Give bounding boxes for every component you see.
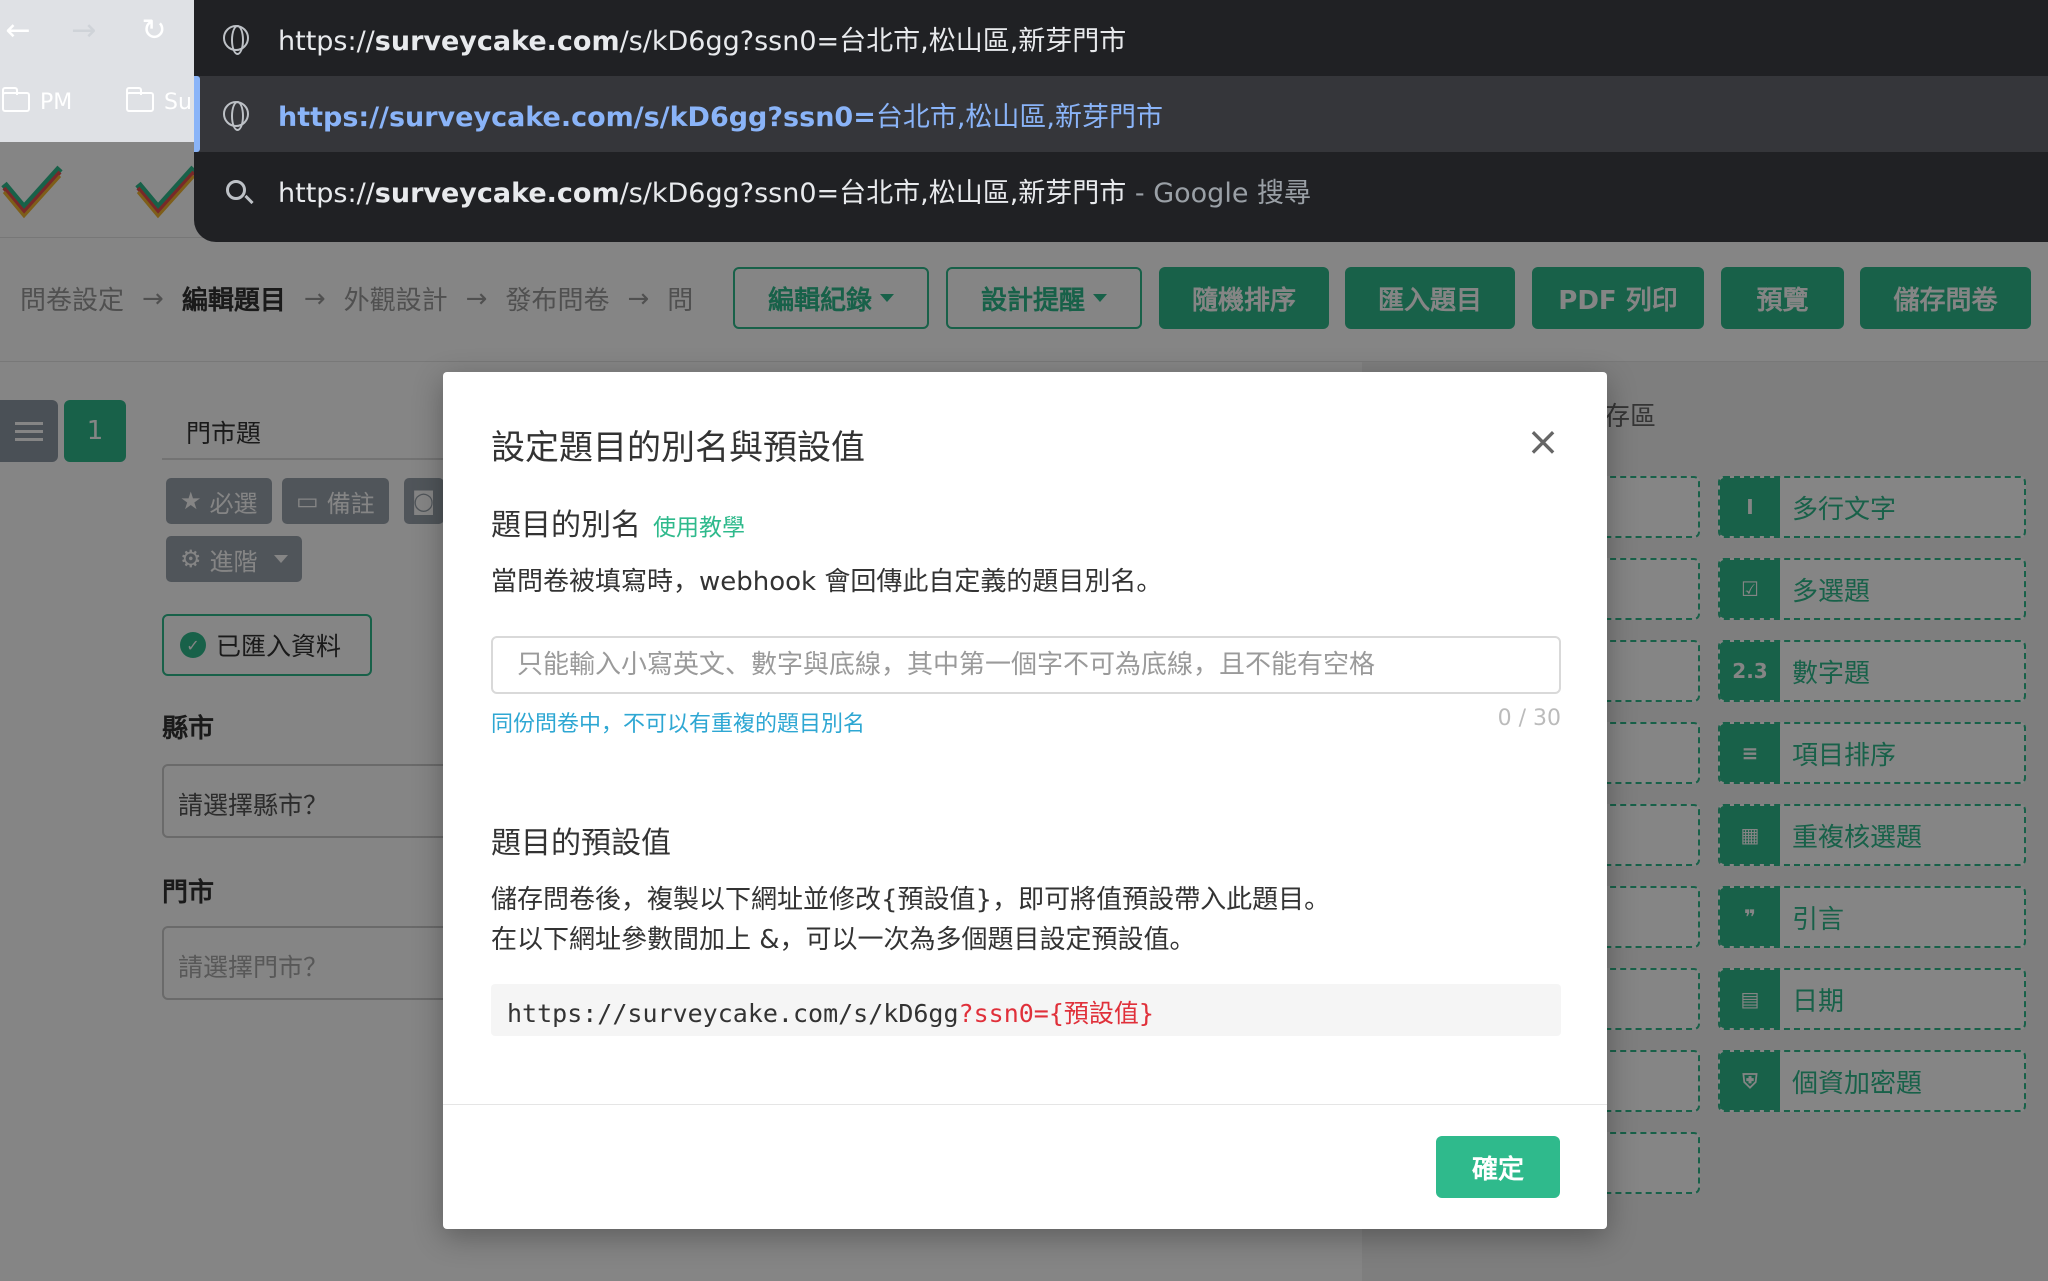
forward-button[interactable]: → (60, 6, 108, 54)
dialog-footer-divider (443, 1104, 1607, 1105)
tutorial-link[interactable]: 使用教學 (653, 515, 745, 541)
folder-icon (2, 87, 30, 112)
alias-description: 當問卷被填寫時，webhook 會回傳此自定義的題目別名。 (491, 567, 1163, 597)
omnibox-dropdown: https://surveycake.com/s/kD6gg?ssn0=台北市,… (194, 0, 2048, 242)
default-heading: 題目的預設值 (491, 826, 671, 861)
default-description-1: 儲存問卷後，複製以下網址並修改{預設值}，即可將值預設帶入此題目。 (491, 885, 1331, 915)
dialog-title: 設定題目的別名與預設值 (491, 428, 865, 468)
alias-input[interactable] (491, 636, 1561, 694)
omnibox-input-row[interactable]: https://surveycake.com/s/kD6gg?ssn0=台北市,… (194, 0, 2048, 76)
search-icon (226, 180, 246, 200)
alias-hint: 同份問卷中，不可以有重複的題目別名 (491, 712, 866, 737)
close-button[interactable]: × (1523, 422, 1563, 462)
back-button[interactable]: ← (0, 6, 42, 54)
bookmark-su[interactable]: Su (126, 84, 192, 120)
alias-default-dialog: 設定題目的別名與預設值 × 題目的別名 使用教學 當問卷被填寫時，webhook … (443, 372, 1607, 1229)
alias-char-count: 0 / 30 (1497, 706, 1561, 731)
arrow-right-icon: → (71, 12, 97, 48)
omnibox-suggestion-url[interactable]: https://surveycake.com/s/kD6gg?ssn0=台北市,… (194, 76, 2048, 152)
omnibox-suggestion-search[interactable]: https://surveycake.com/s/kD6gg?ssn0=台北市,… (194, 152, 2048, 228)
folder-icon (126, 87, 154, 112)
reload-button[interactable]: ↻ (130, 6, 178, 54)
default-description-2: 在以下網址參數間加上 &，可以一次為多個題目設定預設值。 (491, 925, 1196, 955)
globe-icon (223, 25, 249, 55)
arrow-left-icon: ← (5, 12, 31, 48)
default-url-code[interactable]: https://surveycake.com/s/kD6gg?ssn0={預設值… (491, 984, 1561, 1036)
selection-indicator (194, 76, 200, 152)
alias-heading: 題目的別名 使用教學 (491, 508, 745, 543)
close-icon: × (1526, 419, 1560, 465)
bookmark-pm[interactable]: PM (2, 84, 72, 120)
globe-icon (223, 101, 249, 131)
reload-icon: ↻ (141, 12, 167, 48)
confirm-button[interactable]: 確定 (1436, 1136, 1560, 1198)
